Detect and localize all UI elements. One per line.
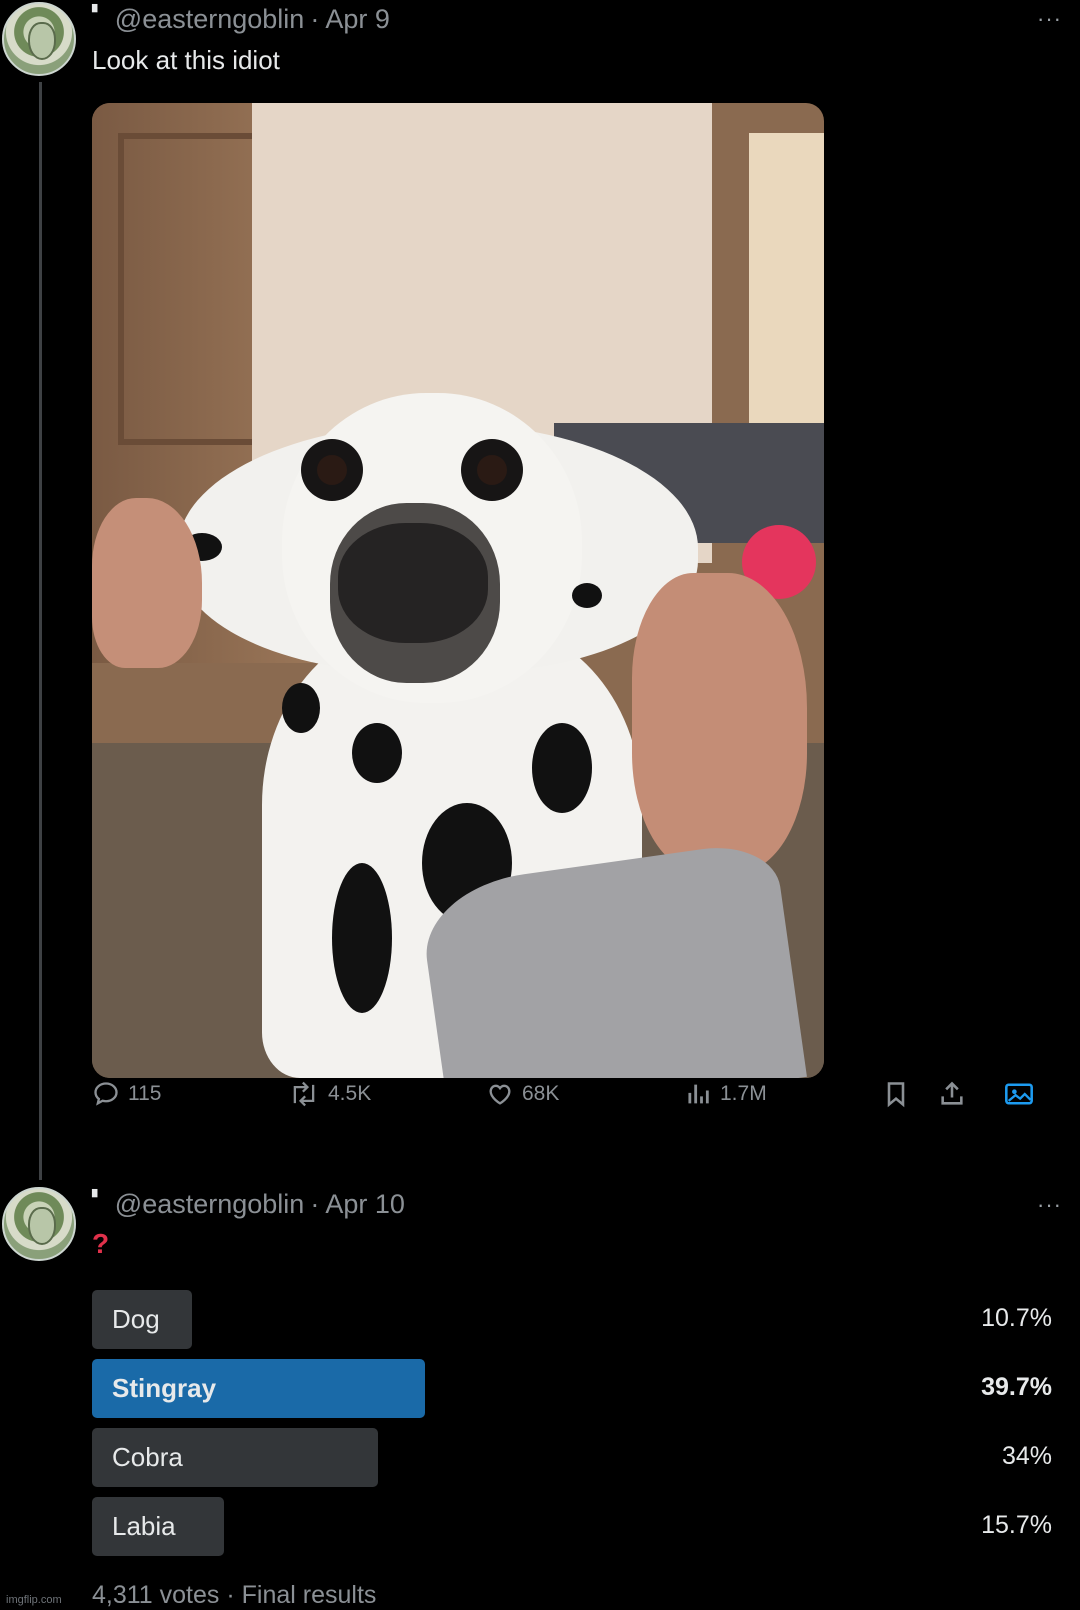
poll-bar: Labia xyxy=(92,1497,224,1556)
tweet-header: ▘ @easterngoblin · Apr 10 xyxy=(92,1189,405,1220)
retweet-button[interactable]: 4.5K xyxy=(288,1080,371,1108)
poll-option-percent: 10.7% xyxy=(981,1304,1052,1332)
views-chart-icon xyxy=(688,1084,709,1104)
avatar[interactable] xyxy=(2,2,76,76)
poll-option-label: Stingray xyxy=(112,1373,217,1403)
username[interactable]: @easterngoblin xyxy=(115,4,305,35)
image-gallery-icon xyxy=(1005,1083,1033,1105)
more-options-icon[interactable]: ··· xyxy=(1037,6,1062,32)
dog-spot xyxy=(532,723,592,813)
reply-count: 115 xyxy=(128,1082,162,1105)
poll-option-percent: 34% xyxy=(1001,1442,1052,1470)
poll-option: Dog 10.7% xyxy=(92,1290,1052,1349)
dog-nose xyxy=(338,523,488,643)
media-button[interactable] xyxy=(1004,1080,1034,1108)
photo-hand-left xyxy=(92,498,202,668)
poll-option-percent: 15.7% xyxy=(981,1511,1052,1539)
separator: · xyxy=(310,1189,320,1219)
like-count: 68K xyxy=(522,1082,560,1105)
dog-spot xyxy=(332,863,392,1013)
poll-option-label: Dog xyxy=(112,1304,160,1334)
poll-footer: 4,311 votes · Final results xyxy=(92,1581,377,1609)
poll-bar: Stingray xyxy=(92,1359,425,1418)
tweet-action-bar: 115 4.5K 68K 1.7M xyxy=(92,1080,1052,1114)
views-button[interactable]: 1.7M xyxy=(684,1080,767,1108)
reply-button[interactable]: 115 xyxy=(92,1080,161,1108)
dog-spot xyxy=(282,683,320,733)
username[interactable]: @easterngoblin xyxy=(115,1189,305,1220)
bookmark-icon xyxy=(887,1082,905,1108)
dog-spot xyxy=(572,583,602,608)
avatar[interactable] xyxy=(2,1187,76,1261)
separator: · xyxy=(310,4,320,34)
account-badge-icon: ▘ xyxy=(92,1189,103,1205)
like-button[interactable]: 68K xyxy=(486,1080,559,1108)
poll-bar: Dog xyxy=(92,1290,192,1349)
poll-bar: Cobra xyxy=(92,1428,378,1487)
bookmark-button[interactable] xyxy=(882,1080,910,1108)
poll-option-percent: 39.7% xyxy=(981,1373,1052,1401)
account-badge-icon: ▘ xyxy=(92,4,103,20)
tweet-header: ▘ @easterngoblin · Apr 9 xyxy=(92,4,390,35)
poll-option-label: Labia xyxy=(112,1511,176,1541)
tweet-date[interactable]: Apr 9 xyxy=(325,4,390,35)
more-options-icon[interactable]: ··· xyxy=(1037,1192,1062,1218)
dog-spot xyxy=(352,723,402,783)
tweet-date[interactable]: Apr 10 xyxy=(325,1189,405,1220)
poll-option: Stingray 39.7% xyxy=(92,1359,1052,1418)
dog-eye-right xyxy=(477,455,507,485)
photo-hand-right xyxy=(632,573,807,873)
watermark: imgflip.com xyxy=(6,1594,62,1606)
thread-connector-line xyxy=(39,82,42,1180)
share-button[interactable] xyxy=(938,1080,966,1108)
tweet-photo[interactable] xyxy=(92,103,824,1078)
tweet-text: ? xyxy=(92,1228,110,1259)
retweet-count: 4.5K xyxy=(328,1082,372,1105)
retweet-icon xyxy=(293,1081,315,1107)
views-count: 1.7M xyxy=(720,1082,767,1105)
poll-option: Labia 15.7% xyxy=(92,1497,1052,1556)
reply-icon xyxy=(94,1082,118,1106)
dog-eye-left xyxy=(317,455,347,485)
share-icon xyxy=(941,1081,963,1105)
poll-option-label: Cobra xyxy=(112,1442,183,1472)
poll-option: Cobra 34% xyxy=(92,1428,1052,1487)
tweet-text: Look at this idiot xyxy=(92,45,280,75)
heart-icon xyxy=(489,1084,511,1105)
